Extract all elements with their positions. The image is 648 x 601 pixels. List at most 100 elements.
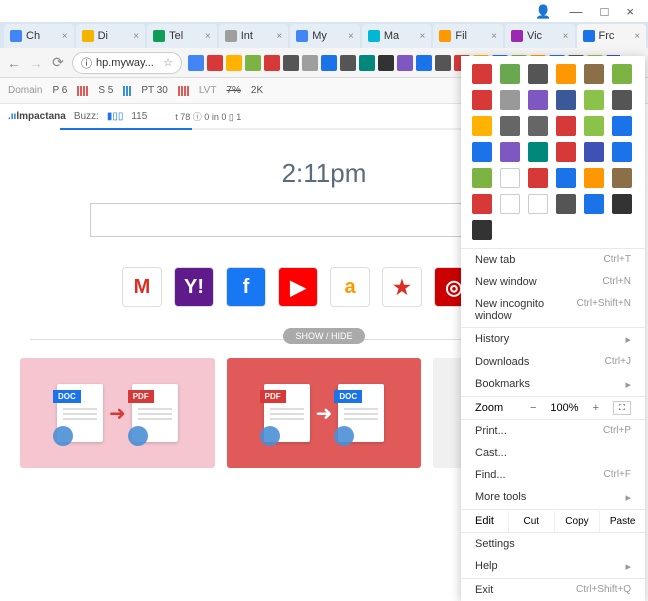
extension-icon[interactable] [264,55,280,71]
minimize-button[interactable]: — [570,4,583,20]
extension-icon[interactable] [245,55,261,71]
menu-cast[interactable]: Cast... [461,442,645,464]
extension-icon[interactable] [500,116,520,136]
menu-help[interactable]: Help▸ [461,555,645,578]
show-hide-toggle[interactable]: SHOW / HIDE [283,328,364,344]
zoom-in-button[interactable]: + [589,402,603,414]
quick-link-tile[interactable]: ★ [382,267,422,307]
extension-icon[interactable] [584,90,604,110]
extension-icon[interactable] [612,64,632,84]
extension-icon[interactable] [302,55,318,71]
browser-tab[interactable]: Vic× [505,24,575,48]
browser-tab[interactable]: Di× [76,24,146,48]
quick-link-tile[interactable]: M [122,267,162,307]
extension-icon[interactable] [612,168,632,188]
extension-icon[interactable] [500,194,520,214]
quick-link-tile[interactable]: f [226,267,266,307]
extension-icon[interactable] [283,55,299,71]
extension-icon[interactable] [528,168,548,188]
close-tab-icon[interactable]: × [133,31,139,42]
menu-cut[interactable]: Cut [508,511,554,532]
close-tab-icon[interactable]: × [348,31,354,42]
menu-print[interactable]: Print...Ctrl+P [461,420,645,442]
bookmark-star-icon[interactable]: ☆ [163,56,173,69]
extension-icon[interactable] [584,142,604,162]
extension-icon[interactable] [612,194,632,214]
menu-settings[interactable]: Settings [461,533,645,555]
menu-new-window[interactable]: New windowCtrl+N [461,271,645,293]
extension-icon[interactable] [472,194,492,214]
browser-tab[interactable]: Fil× [433,24,503,48]
menu-downloads[interactable]: DownloadsCtrl+J [461,351,645,373]
extension-icon[interactable] [226,55,242,71]
extension-icon[interactable] [556,64,576,84]
back-button[interactable]: ← [6,55,22,71]
extension-icon[interactable] [378,55,394,71]
maximize-button[interactable]: □ [601,4,609,20]
menu-copy[interactable]: Copy [554,511,600,532]
browser-tab[interactable]: Ma× [362,24,432,48]
user-icon[interactable]: 👤 [535,4,551,20]
menu-incognito[interactable]: New incognito windowCtrl+Shift+N [461,293,645,327]
menu-new-tab[interactable]: New tabCtrl+T [461,249,645,271]
extension-icon[interactable] [321,55,337,71]
extension-icon[interactable] [472,220,492,240]
close-window-button[interactable]: × [626,4,634,20]
quick-link-tile[interactable]: Y! [174,267,214,307]
close-tab-icon[interactable]: × [62,31,68,42]
extension-icon[interactable] [584,168,604,188]
browser-tab[interactable]: Tel× [147,24,217,48]
browser-tab[interactable]: My× [290,24,360,48]
menu-find[interactable]: Find...Ctrl+F [461,464,645,486]
menu-bookmarks[interactable]: Bookmarks▸ [461,373,645,396]
extension-icon[interactable] [556,168,576,188]
extension-icon[interactable] [472,90,492,110]
extension-icon[interactable] [584,194,604,214]
quick-link-tile[interactable]: ▶ [278,267,318,307]
close-tab-icon[interactable]: × [420,31,426,42]
extension-icon[interactable] [528,64,548,84]
extension-icon[interactable] [556,90,576,110]
extension-icon[interactable] [556,142,576,162]
menu-exit[interactable]: ExitCtrl+Shift+Q [461,579,645,601]
pdf-to-doc-card[interactable]: PDF ➜ DOC [227,358,422,468]
extension-icon[interactable] [435,55,451,71]
zoom-out-button[interactable]: − [526,402,540,414]
extension-icon[interactable] [500,168,520,188]
browser-tab[interactable]: Frc× [577,24,647,48]
quick-link-tile[interactable]: a [330,267,370,307]
close-tab-icon[interactable]: × [491,31,497,42]
extension-icon[interactable] [472,142,492,162]
close-tab-icon[interactable]: × [276,31,282,42]
menu-paste[interactable]: Paste [599,511,645,532]
extension-icon[interactable] [584,64,604,84]
close-tab-icon[interactable]: × [634,31,640,42]
extension-icon[interactable] [612,142,632,162]
extension-icon[interactable] [612,116,632,136]
extension-icon[interactable] [207,55,223,71]
close-tab-icon[interactable]: × [563,31,569,42]
extension-icon[interactable] [500,90,520,110]
extension-icon[interactable] [500,64,520,84]
extension-icon[interactable] [340,55,356,71]
extension-icon[interactable] [556,194,576,214]
extension-icon[interactable] [612,90,632,110]
extension-icon[interactable] [472,64,492,84]
extension-icon[interactable] [472,116,492,136]
extension-icon[interactable] [397,55,413,71]
extension-icon[interactable] [188,55,204,71]
reload-button[interactable]: ⟳ [50,55,66,71]
extension-icon[interactable] [528,116,548,136]
extension-icon[interactable] [416,55,432,71]
extension-icon[interactable] [584,116,604,136]
doc-to-pdf-card[interactable]: DOC ➜ PDF [20,358,215,468]
browser-tab[interactable]: Int× [219,24,289,48]
extension-icon[interactable] [528,90,548,110]
address-bar[interactable]: ⓘ hp.myway... ☆ [72,52,182,74]
extension-icon[interactable] [556,116,576,136]
extension-icon[interactable] [500,142,520,162]
extension-icon[interactable] [528,142,548,162]
menu-history[interactable]: History▸ [461,328,645,351]
fullscreen-button[interactable]: ⛶ [613,401,631,415]
close-tab-icon[interactable]: × [205,31,211,42]
